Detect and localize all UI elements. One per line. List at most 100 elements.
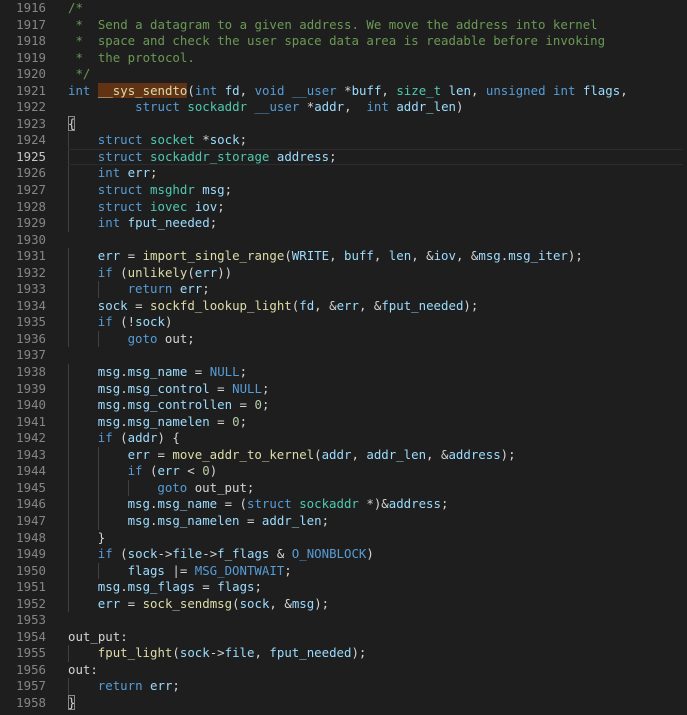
code-token: , &: [411, 248, 434, 264]
code-token: fput_needed: [127, 215, 210, 231]
code-token: =: [187, 364, 210, 380]
code-line[interactable]: 1925 struct sockaddr_storage address;: [0, 148, 687, 166]
code-text: }: [68, 694, 76, 712]
code-token: import_single_range: [142, 248, 285, 264]
code-line[interactable]: 1956 out:: [0, 662, 687, 679]
code-token: sock: [135, 314, 165, 330]
code-line[interactable]: 1927 struct msghdr msg;: [0, 182, 687, 199]
code-line[interactable]: 1937: [0, 347, 687, 364]
code-line[interactable]: 1919 * the protocol.: [0, 50, 687, 67]
code-token: return: [127, 281, 173, 297]
indent-guide: [68, 562, 69, 580]
code-token: msg_iter: [508, 248, 568, 264]
indent-guide: [97, 463, 99, 480]
indent-guide: [97, 281, 99, 298]
line-number: 1947: [16, 512, 46, 528]
code-line[interactable]: 1940 msg.msg_controllen = 0;: [0, 397, 687, 414]
indent-guide: [97, 330, 99, 348]
code-line[interactable]: 1916 /*: [0, 0, 687, 17]
indent-guide: [68, 380, 69, 398]
code-token: ;: [329, 148, 337, 164]
code-token: fd: [224, 82, 240, 98]
code-token: __user: [291, 82, 337, 98]
code-token: ): [209, 463, 218, 479]
code-line[interactable]: 1957 return err;: [0, 678, 687, 695]
code-token: int: [366, 99, 389, 115]
code-text: int fput_needed;: [98, 215, 217, 232]
code-line[interactable]: 1952 err = sock_sendmsg(sock, &msg);: [0, 595, 687, 613]
code-text: msg.msg_name = (struct sockaddr *)&addre…: [128, 496, 449, 513]
code-line[interactable]: 1949 if (sock->file->f_flags & O_NONBLOCK…: [0, 546, 687, 563]
code-line[interactable]: 1935 if (!sock): [0, 314, 687, 331]
indent-guide: [68, 678, 69, 695]
line-number: 1954: [16, 628, 46, 644]
code-token: struct: [97, 148, 143, 164]
line-number: 1925: [16, 148, 46, 164]
code-line[interactable]: 1934 sock = sockfd_lookup_light(fd, &err,…: [0, 297, 687, 315]
code-line[interactable]: 1939 msg.msg_control = NULL;: [0, 380, 687, 398]
code-line[interactable]: 1944 if (err < 0): [0, 463, 687, 480]
code-line[interactable]: 1942 if (addr) {: [0, 430, 687, 447]
code-line[interactable]: 1950 flags |= MSG_DONTWAIT;: [0, 562, 687, 580]
code-token: int: [68, 82, 91, 98]
code-text: * space and check the user space data ar…: [68, 33, 605, 50]
code-token: (: [187, 264, 195, 280]
code-line[interactable]: 1953: [0, 612, 687, 629]
code-token: ,: [620, 82, 628, 98]
code-line[interactable]: 1938 msg.msg_name = NULL;: [0, 364, 687, 381]
indent-guide: [68, 248, 69, 265]
line-number: 1941: [16, 413, 46, 429]
code-line[interactable]: 1918 * space and check the user space da…: [0, 33, 687, 50]
code-line[interactable]: 1933 return err;: [0, 281, 687, 298]
code-token: *)&: [358, 496, 389, 512]
code-line[interactable]: 1947 msg.msg_namelen = addr_len;: [0, 512, 687, 530]
code-token: msg_namelen: [157, 512, 240, 528]
indent-guide: [68, 645, 69, 662]
code-line[interactable]: 1920 */: [0, 66, 687, 83]
code-line[interactable]: 1928 struct iovec iov;: [0, 198, 687, 216]
code-line[interactable]: 1948}: [0, 529, 687, 547]
code-line[interactable]: 1929 int fput_needed;: [0, 215, 687, 232]
code-text: * the protocol.: [68, 50, 194, 67]
code-text: * Send a datagram to a given address. We…: [68, 17, 597, 34]
code-text: msg.msg_namelen = 0;: [98, 414, 247, 431]
code-line[interactable]: 1921 int __sys_sendto(int fd, void __user…: [0, 82, 687, 100]
code-editor[interactable]: 1916 /* 1917 * Send a datagram to a given …: [0, 0, 687, 715]
code-line[interactable]: 1954 out_put:: [0, 629, 687, 646]
line-number: 1928: [16, 198, 46, 214]
code-token: 0: [232, 413, 240, 429]
code-token: sockfd_lookup_light: [150, 297, 292, 313]
code-line[interactable]: 1946 msg.msg_name = (struct sockaddr *)&a…: [0, 496, 687, 513]
line-number: 1955: [16, 645, 46, 661]
code-line[interactable]: 1945 goto out_put;: [0, 479, 687, 497]
code-line[interactable]: 1931 err = import_single_range(WRITE, buf…: [0, 248, 687, 265]
code-token: iovec: [150, 198, 188, 214]
code-line[interactable]: 1924 struct socket *sock;: [0, 132, 687, 149]
line-number: 1934: [16, 297, 46, 313]
code-line[interactable]: 1958}: [0, 694, 687, 712]
code-token: err: [150, 678, 173, 694]
code-token: if: [97, 546, 113, 562]
code-line[interactable]: 1923 {: [0, 115, 687, 133]
code-line[interactable]: 1943 err = move_addr_to_kernel(addr, addr…: [0, 446, 687, 464]
code-line[interactable]: 1955 fput_light(sock->file, fput_needed);: [0, 645, 687, 662]
code-token: fput_needed: [381, 297, 464, 313]
code-token: unsigned: [485, 82, 546, 98]
code-line[interactable]: 1930: [0, 232, 687, 249]
code-line[interactable]: 1941 msg.msg_namelen = 0;: [0, 413, 687, 431]
code-line[interactable]: 1917 * Send a datagram to a given addres…: [0, 17, 687, 34]
indent-guide: [97, 446, 99, 464]
code-token: err: [194, 264, 218, 280]
code-line[interactable]: 1926 int err;: [0, 165, 687, 183]
code-line[interactable]: 1951 msg.msg_flags = flags;: [0, 579, 687, 596]
indent-guide: [68, 281, 69, 298]
code-line[interactable]: 1922 struct sockaddr __user *addr, int a…: [0, 99, 687, 116]
code-token: ,: [373, 248, 389, 264]
code-line[interactable]: 1936 goto out;: [0, 330, 687, 348]
code-line[interactable]: 1932 if (unlikely(err)): [0, 264, 687, 282]
code-token: 0: [202, 463, 210, 479]
code-token: *: [336, 82, 352, 98]
line-number: 1927: [16, 182, 46, 198]
code-token: addr_len: [396, 99, 456, 115]
code-token: (: [284, 248, 292, 264]
